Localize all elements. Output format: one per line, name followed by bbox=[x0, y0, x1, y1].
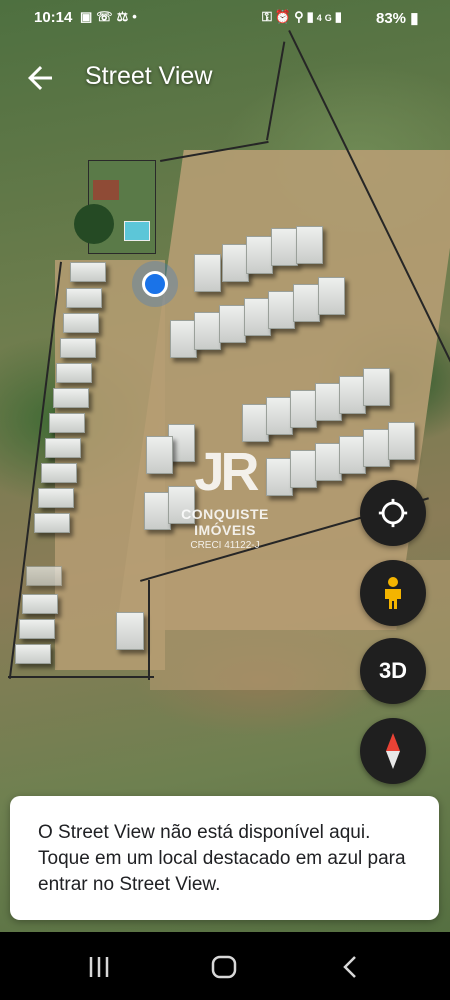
key-icon: ⚿ bbox=[262, 9, 275, 24]
header: Street View bbox=[0, 50, 450, 106]
toast-message: O Street View não está disponível aqui. … bbox=[38, 822, 406, 895]
roof-red bbox=[93, 180, 119, 200]
house bbox=[244, 298, 271, 336]
status-bar: 10:14 ▣☏⚖• ⚿⏰⚲▮4G▮ 83% ▮ bbox=[0, 0, 450, 36]
watermark-logo: JR bbox=[194, 442, 259, 502]
house bbox=[56, 363, 92, 383]
house bbox=[318, 277, 345, 315]
house bbox=[293, 284, 320, 322]
toggle-3d-button[interactable]: 3D bbox=[360, 638, 426, 704]
dot-icon: • bbox=[132, 9, 141, 24]
current-location-dot[interactable] bbox=[142, 271, 168, 297]
system-icons: ⚿⏰⚲▮4G▮ bbox=[262, 9, 345, 25]
compass-icon bbox=[386, 733, 400, 769]
house bbox=[63, 313, 99, 333]
battery-percent: 83% bbox=[376, 10, 407, 27]
compass-button[interactable] bbox=[360, 718, 426, 784]
house bbox=[315, 383, 342, 421]
house bbox=[219, 305, 246, 343]
house bbox=[70, 262, 106, 282]
house bbox=[363, 368, 390, 406]
house bbox=[49, 413, 85, 433]
house bbox=[22, 594, 58, 614]
house bbox=[19, 619, 55, 639]
house bbox=[246, 236, 273, 274]
gallery-icon: ▣ bbox=[80, 9, 97, 24]
signal-icon: ▮ bbox=[306, 9, 317, 24]
notification-icons: ▣☏⚖• bbox=[80, 9, 141, 25]
house bbox=[41, 463, 77, 483]
pool bbox=[124, 221, 150, 241]
house bbox=[60, 338, 96, 358]
signal-icon: ▮ bbox=[334, 9, 345, 24]
back-icon bbox=[343, 956, 356, 978]
4g-icon: 4G bbox=[316, 13, 335, 23]
house bbox=[38, 488, 74, 508]
recent-apps-icon bbox=[89, 957, 109, 977]
recent-apps-button[interactable] bbox=[84, 952, 114, 982]
house bbox=[315, 443, 342, 481]
house bbox=[271, 228, 298, 266]
fence-line bbox=[148, 580, 150, 680]
house bbox=[339, 436, 366, 474]
home-button[interactable] bbox=[209, 952, 239, 982]
house bbox=[339, 376, 366, 414]
pegman-icon bbox=[385, 577, 401, 609]
back-button[interactable] bbox=[22, 60, 58, 96]
whatsapp-icon: ☏ bbox=[96, 9, 117, 24]
arrow-back-icon bbox=[28, 66, 52, 90]
house bbox=[222, 244, 249, 282]
street-view-pegman-button[interactable] bbox=[360, 560, 426, 626]
house bbox=[388, 422, 415, 460]
my-location-icon bbox=[378, 498, 408, 528]
house bbox=[15, 644, 51, 664]
battery-level: 83% ▮ bbox=[376, 9, 418, 27]
house bbox=[268, 291, 295, 329]
house bbox=[363, 429, 390, 467]
battery-icon: ▮ bbox=[410, 10, 419, 27]
location-icon: ⚲ bbox=[294, 9, 307, 24]
house bbox=[53, 388, 89, 408]
house bbox=[34, 513, 70, 533]
accessibility-icon: ⚖ bbox=[116, 9, 133, 24]
watermark-creci: CRECI 41122-J bbox=[190, 540, 260, 551]
house bbox=[66, 288, 102, 308]
watermark: JR CONQUISTE IMÓVEIS CRECI 41122-J bbox=[150, 420, 300, 570]
nav-back-button[interactable] bbox=[336, 952, 366, 982]
house bbox=[45, 438, 81, 458]
my-location-button[interactable] bbox=[360, 480, 426, 546]
alarm-icon: ⏰ bbox=[274, 9, 295, 24]
house bbox=[170, 320, 197, 358]
house bbox=[296, 226, 323, 264]
house bbox=[26, 566, 62, 586]
fence-line bbox=[8, 676, 154, 678]
home-icon bbox=[211, 955, 237, 979]
system-navigation-bar bbox=[0, 932, 450, 1000]
status-time: 10:14 bbox=[34, 9, 73, 26]
house bbox=[194, 254, 221, 292]
house bbox=[116, 612, 144, 650]
tree bbox=[74, 204, 114, 244]
house bbox=[194, 312, 221, 350]
watermark-name: CONQUISTE IMÓVEIS bbox=[181, 506, 269, 538]
street-view-unavailable-toast: O Street View não está disponível aqui. … bbox=[10, 796, 439, 920]
page-title: Street View bbox=[85, 62, 213, 90]
